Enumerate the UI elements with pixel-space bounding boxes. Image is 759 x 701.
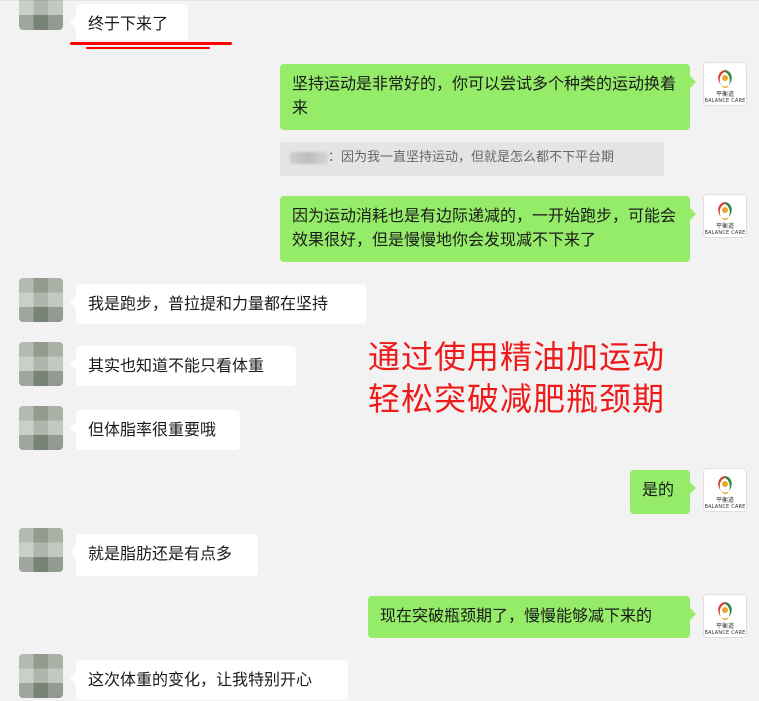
contact-avatar[interactable] — [19, 528, 63, 572]
message-bubble-left[interactable]: 这次体重的变化，让我特别开心 — [70, 660, 348, 700]
contact-avatar[interactable] — [19, 654, 63, 698]
brand-cn-name: 平衡道 — [715, 91, 734, 98]
brand-cn-name: 平衡道 — [715, 223, 734, 230]
message-bubble-left[interactable]: 终于下来了 — [70, 4, 188, 40]
brand-en-name: BALANCE CARE — [704, 98, 746, 104]
brand-en-name: BALANCE CARE — [704, 504, 746, 510]
top-divider — [0, 0, 759, 1]
brand-en-name: BALANCE CARE — [704, 630, 746, 636]
quoted-message-text: ：因为我一直坚持运动，但就是怎么都不下平台期 — [328, 150, 615, 165]
message-bubble-right[interactable]: 因为运动消耗也是有边际递减的，一开始跑步，可能会效果很好，但是慢慢地你会发现减不… — [280, 196, 696, 262]
red-underline-mark — [86, 47, 210, 49]
promo-overlay-line-2: 轻松突破减肥瓶颈期 — [368, 380, 666, 418]
balance-care-logo-icon — [718, 602, 732, 620]
brand-avatar[interactable]: 平衡道 BALANCE CARE — [703, 468, 747, 512]
brand-avatar[interactable]: 平衡道 BALANCE CARE — [703, 62, 747, 106]
message-bubble-right[interactable]: 是的 — [630, 470, 696, 514]
brand-cn-name: 平衡道 — [715, 497, 734, 504]
brand-en-name: BALANCE CARE — [704, 230, 746, 236]
message-bubble-left[interactable]: 但体脂率很重要哦 — [70, 410, 240, 450]
promo-overlay-line-1: 通过使用精油加运动 — [368, 338, 666, 376]
contact-avatar[interactable] — [19, 342, 63, 386]
message-bubble-left[interactable]: 其实也知道不能只看体重 — [70, 346, 296, 386]
brand-avatar[interactable]: 平衡道 BALANCE CARE — [703, 194, 747, 238]
quoted-message[interactable]: ：因为我一直坚持运动，但就是怎么都不下平台期 — [280, 142, 664, 176]
balance-care-logo-icon — [718, 202, 732, 220]
red-underline-mark — [70, 42, 232, 45]
contact-avatar[interactable] — [19, 278, 63, 322]
brand-cn-name: 平衡道 — [715, 623, 734, 630]
brand-avatar[interactable]: 平衡道 BALANCE CARE — [703, 594, 747, 638]
contact-avatar[interactable] — [19, 0, 63, 30]
balance-care-logo-icon — [718, 70, 732, 88]
message-bubble-right[interactable]: 坚持运动是非常好的，你可以尝试多个种类的运动换着来 — [280, 64, 696, 130]
balance-care-logo-icon — [718, 476, 732, 494]
contact-avatar[interactable] — [19, 406, 63, 450]
message-bubble-left[interactable]: 就是脂肪还是有点多 — [70, 534, 258, 576]
blurred-name — [290, 151, 328, 164]
message-bubble-right[interactable]: 现在突破瓶颈期了，慢慢能够减下来的 — [368, 596, 696, 638]
message-bubble-left[interactable]: 我是跑步，普拉提和力量都在坚持 — [70, 284, 366, 324]
